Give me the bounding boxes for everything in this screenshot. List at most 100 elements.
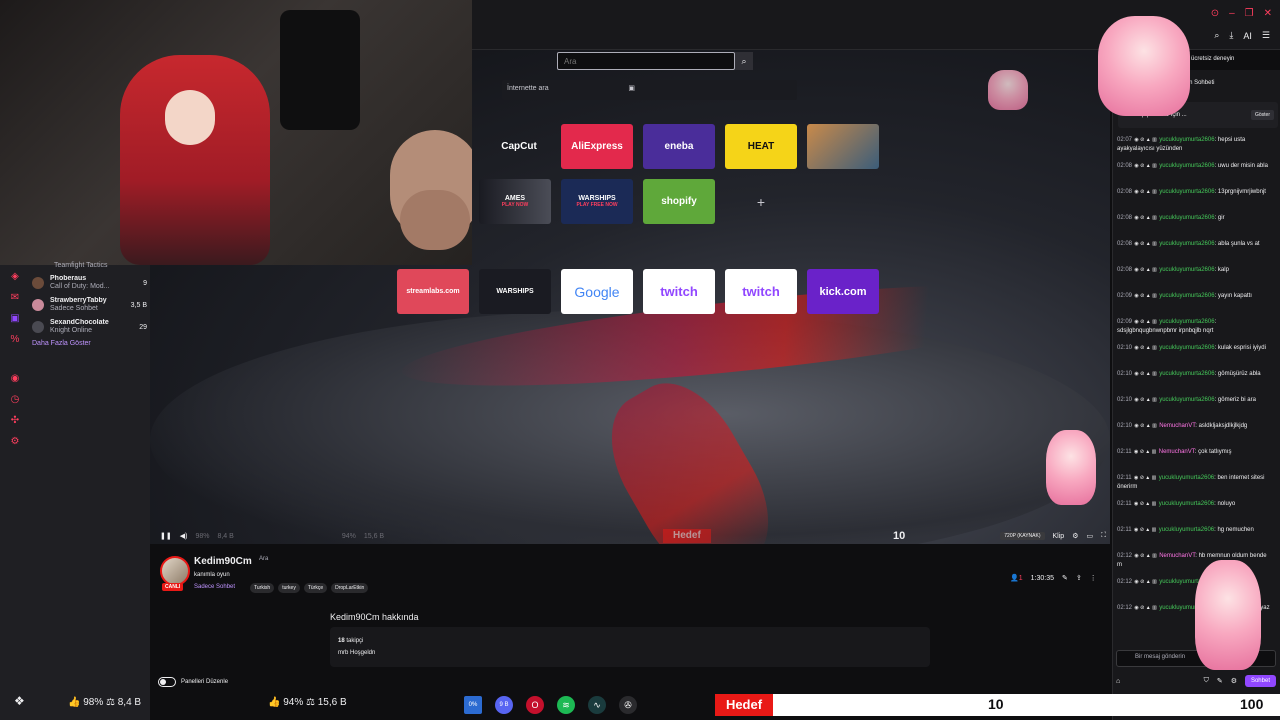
- pause-icon[interactable]: ❚❚: [160, 532, 172, 540]
- tile-kick[interactable]: kick.com: [807, 269, 879, 314]
- chat-username[interactable]: yucukluyumurta2606: [1159, 527, 1214, 533]
- streamer-avatar[interactable]: [160, 556, 190, 586]
- shield-icon[interactable]: ⛉: [1204, 677, 1209, 685]
- tile-aliexpress[interactable]: AliExpress: [561, 124, 633, 169]
- discord-icon[interactable]: 9 B: [495, 696, 513, 714]
- chat-timestamp: 02:11: [1117, 475, 1132, 481]
- tile-warships-2[interactable]: WARSHIPS: [479, 269, 551, 314]
- record-icon[interactable]: ◉: [11, 373, 20, 384]
- settings-icon[interactable]: ⚙: [11, 436, 20, 447]
- chat-badges-icon: ◉ ⊘ ▲ ▥: [1133, 189, 1159, 195]
- windows-icon[interactable]: ❖: [14, 694, 25, 708]
- chat-timestamp: 02:08: [1117, 241, 1133, 247]
- show-more-link[interactable]: Daha Fazla Göster: [32, 340, 147, 347]
- tile-twitch-2[interactable]: twitch: [725, 269, 797, 314]
- clock-icon[interactable]: ◷: [11, 394, 20, 405]
- settings-icon[interactable]: ⚙: [1231, 677, 1237, 685]
- tile-google[interactable]: Google: [561, 269, 633, 314]
- chat-username[interactable]: NemuchanVT: [1159, 449, 1195, 455]
- stat-value: 15,6 B: [317, 697, 347, 708]
- chat-username[interactable]: yucukluyumurta2606: [1159, 189, 1214, 195]
- stat-disk-bottom: ⚖ 15,6 B: [306, 697, 347, 708]
- chat-username[interactable]: yucukluyumurta2606: [1159, 241, 1214, 247]
- taskbar-app-icon[interactable]: 0%: [464, 696, 482, 714]
- zoom-icon[interactable]: ⌕: [1214, 30, 1219, 41]
- search-input[interactable]: [557, 52, 735, 70]
- chat-badges-icon: ◉ ⊘ ▲ ▥: [1133, 267, 1159, 273]
- chat-username[interactable]: yucukluyumurta2606: [1159, 501, 1214, 507]
- more-options-icon[interactable]: ⋮: [1090, 574, 1097, 582]
- chat-username[interactable]: yucukluyumurta2606: [1159, 371, 1214, 377]
- chat-text: kalp: [1217, 267, 1229, 273]
- maximize-icon[interactable]: ❐: [1245, 8, 1254, 19]
- gamepad-icon[interactable]: ✇: [619, 696, 637, 714]
- mail-icon[interactable]: ✉: [11, 292, 19, 303]
- chat-username[interactable]: yucukluyumurta2606: [1159, 293, 1214, 299]
- chat-username[interactable]: NemuchanVT: [1159, 553, 1195, 559]
- sidebar-top-item[interactable]: Teamfight Tactics: [32, 262, 147, 272]
- tile-game-thumb[interactable]: [807, 124, 879, 169]
- volume-icon[interactable]: ◀): [180, 532, 188, 540]
- tile-heat[interactable]: HEAT: [725, 124, 797, 169]
- chat-username[interactable]: yucukluyumurta2606: [1159, 397, 1214, 403]
- newtab-search[interactable]: İnternette ara ▣: [502, 80, 797, 100]
- app-wave-icon[interactable]: ∿: [588, 696, 606, 714]
- tile-games[interactable]: AMES PLAY NOW: [479, 179, 551, 224]
- chat-timestamp: 02:12: [1117, 553, 1133, 559]
- close-icon[interactable]: ✕: [1264, 8, 1272, 19]
- chat-username[interactable]: yucukluyumurta2606: [1159, 319, 1214, 325]
- tile-sub: PLAY FREE NOW: [576, 202, 618, 208]
- search-button[interactable]: ⌕: [735, 52, 753, 70]
- pencil-icon[interactable]: ✎: [1217, 677, 1223, 685]
- channel-row[interactable]: Phoberaus Call of Duty: Mod... 9: [32, 272, 147, 294]
- tag[interactable]: Turkish: [250, 583, 275, 593]
- channel-row[interactable]: StrawberryTabby Sadece Sohbet 3,5 B: [32, 294, 147, 316]
- ai-label[interactable]: AI: [1243, 31, 1252, 41]
- camera-search-icon[interactable]: ▣: [628, 84, 635, 92]
- chat-message: 02:10 ◉ ⊘ ▲ ▥ yucukluyumurta2606: kulak …: [1117, 344, 1272, 370]
- tile-eneba[interactable]: eneba: [643, 124, 715, 169]
- chat-message: 02:08 ◉ ⊘ ▲ ▥ yucukluyumurta2606: kalp: [1117, 266, 1272, 292]
- tile-capcut[interactable]: CapCut: [483, 124, 555, 169]
- channel-row[interactable]: SexandChocolate Knight Online 29: [32, 316, 147, 338]
- tile-shopify[interactable]: shopify: [643, 179, 715, 224]
- flame-icon[interactable]: ◈: [11, 271, 19, 282]
- opera-icon[interactable]: O: [526, 696, 544, 714]
- chat-username[interactable]: yucukluyumurta2606: [1159, 475, 1214, 481]
- chat-badges-icon: ◉ ⊘ ▲ ▥: [1132, 449, 1158, 455]
- chat-username[interactable]: yucukluyumurta2606: [1159, 163, 1214, 169]
- tag[interactable]: DropLarEtkin: [331, 583, 369, 593]
- tile-twitch-1[interactable]: twitch: [643, 269, 715, 314]
- add-tile-button[interactable]: +: [725, 179, 797, 224]
- streamer-name[interactable]: Kedim90Cm: [194, 556, 252, 567]
- chat-text: kulak esprisi iyiydi: [1217, 345, 1266, 351]
- menu-icon[interactable]: ☰: [1262, 30, 1270, 41]
- follow-button[interactable]: Ara: [259, 556, 268, 562]
- tag[interactable]: Türkçe: [303, 583, 328, 593]
- share-icon[interactable]: ⇪: [1076, 574, 1082, 582]
- search-icon[interactable]: ⊙: [1211, 8, 1219, 19]
- twitch-icon[interactable]: ▣: [10, 313, 19, 324]
- edit-panels-toggle[interactable]: Panelleri Düzenle: [158, 677, 228, 687]
- stream-screen: İnternette ara ▣ CapCut AliExpress eneba…: [0, 0, 1280, 720]
- chat-timestamp: 02:10: [1117, 345, 1133, 351]
- show-emote-button[interactable]: Göster: [1250, 110, 1274, 120]
- chat-username[interactable]: yucukluyumurta2606: [1159, 267, 1214, 273]
- edit-icon[interactable]: ✎: [1062, 574, 1068, 582]
- chat-username[interactable]: yucukluyumurta2606: [1159, 215, 1214, 221]
- percent-icon[interactable]: %: [11, 334, 20, 345]
- chat-username[interactable]: NemuchanVT: [1159, 423, 1195, 429]
- puzzle-icon[interactable]: ✣: [11, 415, 19, 426]
- tile-streamlabs[interactable]: streamlabs.com: [397, 269, 469, 314]
- bits-icon[interactable]: ⌂: [1116, 678, 1120, 685]
- tag[interactable]: turkey: [278, 583, 300, 593]
- chat-send-button[interactable]: Sohbet: [1244, 675, 1276, 687]
- tile-warships[interactable]: WARSHIPS PLAY FREE NOW: [561, 179, 633, 224]
- toggle-switch[interactable]: [158, 677, 176, 687]
- minimize-icon[interactable]: –: [1229, 8, 1235, 19]
- chat-username[interactable]: yucukluyumurta2606: [1159, 137, 1214, 143]
- stream-category[interactable]: Sadece Sohbet: [194, 584, 235, 590]
- chat-username[interactable]: yucukluyumurta2606: [1159, 345, 1214, 351]
- download-icon[interactable]: ⤓: [1229, 30, 1233, 41]
- spotify-icon[interactable]: ≋: [557, 696, 575, 714]
